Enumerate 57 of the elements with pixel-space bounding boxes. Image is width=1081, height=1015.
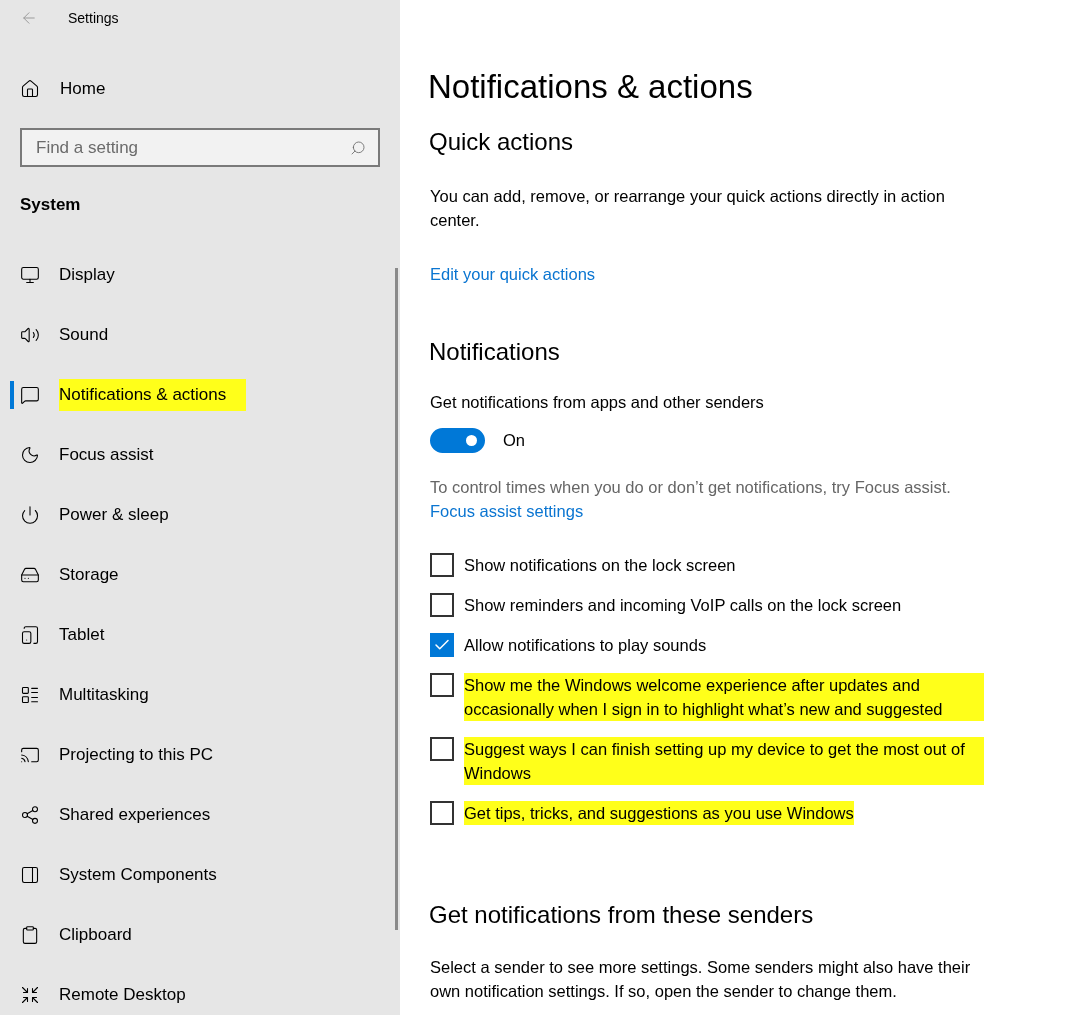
- checkbox-label: Get tips, tricks, and suggestions as you use Windows: [464, 801, 854, 825]
- nav-icon: [20, 625, 40, 645]
- nav-icon: [20, 805, 40, 825]
- nav-item[interactable]: System Components: [59, 865, 217, 885]
- section-heading: Notifications: [428, 338, 561, 366]
- toggle-state-label: On: [503, 431, 525, 450]
- nav-icon: [20, 865, 40, 885]
- home-link[interactable]: Home: [60, 79, 106, 99]
- checkbox-label: Show notifications on the lock screen: [464, 555, 736, 576]
- nav-item[interactable]: Projecting to this PC: [59, 745, 213, 765]
- scrollbar[interactable]: [395, 268, 398, 930]
- nav-icon: [20, 565, 40, 585]
- nav-icon: [20, 445, 40, 465]
- nav-item[interactable]: Tablet: [59, 625, 105, 645]
- nav-item[interactable]: Display: [59, 265, 115, 285]
- nav-item[interactable]: Power & sleep: [59, 505, 169, 525]
- toggle-caption: Get notifications from apps and other senders: [429, 392, 765, 413]
- checkbox[interactable]: [430, 553, 454, 577]
- nav-item[interactable]: Sound: [59, 325, 109, 345]
- nav-item[interactable]: Shared experiences: [59, 805, 211, 825]
- hint-text: To control times when you do or don’t get notifications, try Focus assist.: [429, 477, 952, 498]
- focus-assist-link[interactable]: Focus assist settings: [428, 499, 1081, 523]
- description-text: Select a sender to see more settings. Some senders might also have their own notification settings. If so, open the sender to change them.: [429, 957, 972, 1002]
- nav-item[interactable]: Focus assist: [59, 445, 154, 465]
- nav-icon: [20, 265, 40, 285]
- toggle-switch[interactable]: [430, 428, 485, 453]
- nav-item[interactable]: Storage: [59, 565, 119, 585]
- search-field[interactable]: Find a setting: [20, 128, 380, 167]
- section-heading: Get notifications from these senders: [428, 901, 815, 929]
- page-title: Notifications & actions: [428, 68, 754, 107]
- nav-icon: [20, 925, 40, 945]
- nav-icon: [20, 745, 40, 765]
- checkbox[interactable]: [430, 673, 454, 697]
- checkbox[interactable]: [430, 801, 454, 825]
- nav-icon: [20, 385, 40, 405]
- nav-item[interactable]: Remote Desktop: [59, 985, 186, 1005]
- nav-item[interactable]: Notifications & actions: [59, 379, 247, 411]
- nav-icon: [20, 325, 40, 345]
- nav-icon: [20, 505, 40, 525]
- checkbox[interactable]: [430, 593, 454, 617]
- search-icon: [350, 139, 366, 156]
- nav-icon: [20, 685, 40, 705]
- checkbox[interactable]: [430, 633, 454, 657]
- window-title: Settings: [68, 10, 119, 26]
- nav-item[interactable]: Clipboard: [59, 925, 132, 945]
- checkbox-label: Show me the Windows welcome experience after updates and occasionally when I sign in to highlight what’s new and suggested: [464, 673, 984, 721]
- nav-icon: [20, 985, 40, 1005]
- nav-item[interactable]: Multitasking: [59, 685, 149, 705]
- checkbox-label: Show reminders and incoming VoIP calls on the lock screen: [464, 595, 902, 616]
- section-heading: System: [19, 195, 82, 216]
- edit-quick-actions-link[interactable]: Edit your quick actions: [428, 262, 1081, 286]
- checkbox-label: Suggest ways I can finish setting up my device to get the most out of Windows: [464, 737, 984, 785]
- description-text: You can add, remove, or rearrange your quick actions directly in action center.: [429, 186, 946, 231]
- checkbox-label: Allow notifications to play sounds: [464, 635, 707, 656]
- section-heading: Quick actions: [428, 128, 575, 156]
- checkbox[interactable]: [430, 737, 454, 761]
- home-icon: [20, 79, 40, 99]
